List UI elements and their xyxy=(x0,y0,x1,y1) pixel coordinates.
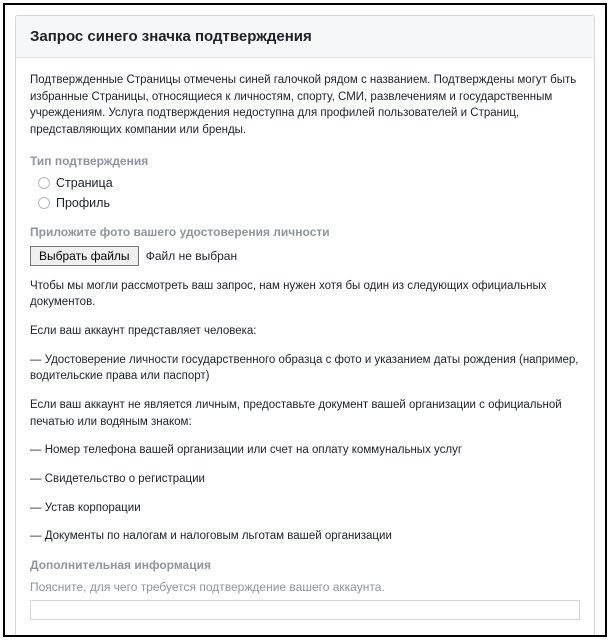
docs-org-heading: Если ваш аккаунт не является личным, пре… xyxy=(30,397,580,430)
docs-org-item: — Номер телефона вашей организации или с… xyxy=(30,442,580,459)
more-suffix: . xyxy=(254,636,257,637)
additional-info-input[interactable] xyxy=(30,600,580,620)
radio-label: Профиль xyxy=(56,194,110,212)
radio-icon xyxy=(38,177,50,189)
additional-label: Дополнительная информация xyxy=(30,557,580,574)
radio-option-page[interactable]: Страница xyxy=(38,174,580,192)
intro-text: Подтвержденные Страницы отмечены синей г… xyxy=(30,72,580,139)
radio-icon xyxy=(38,197,50,209)
more-prefix: Подробнее о xyxy=(30,636,102,637)
docs-need-text: Чтобы мы могли рассмотреть ваш запрос, н… xyxy=(30,278,580,311)
radio-option-profile[interactable]: Профиль xyxy=(38,194,580,212)
card-header: Запрос синего значка подтверждения xyxy=(16,16,594,58)
radio-label: Страница xyxy=(56,174,113,192)
docs-org-item: — Документы по налогам и налоговым льгот… xyxy=(30,528,580,545)
docs-personal-heading: Если ваш аккаунт представляет человека: xyxy=(30,323,580,340)
attach-label: Приложите фото вашего удостоверения личн… xyxy=(30,224,580,241)
docs-personal-item: — Удостоверение личности государственног… xyxy=(30,352,580,385)
docs-org-item: — Устав корпорации xyxy=(30,500,580,517)
verified-pages-link[interactable]: подтвержденных Страницах xyxy=(102,636,254,637)
choose-files-button[interactable]: Выбрать файлы xyxy=(30,246,139,266)
file-row: Выбрать файлы Файл не выбран xyxy=(30,246,580,266)
file-status: Файл не выбран xyxy=(146,249,237,263)
more-info: Подробнее о подтвержденных Страницах. xyxy=(30,634,580,637)
page-title: Запрос синего значка подтверждения xyxy=(30,28,580,45)
verification-type-label: Тип подтверждения xyxy=(30,153,580,170)
docs-org-item: — Свидетельство о регистрации xyxy=(30,471,580,488)
card-body: Подтвержденные Страницы отмечены синей г… xyxy=(16,58,594,637)
verification-type-group: Страница Профиль xyxy=(38,174,580,212)
additional-hint: Поясните, для чего требуется подтвержден… xyxy=(30,579,580,596)
verification-request-card: Запрос синего значка подтверждения Подтв… xyxy=(15,15,595,637)
